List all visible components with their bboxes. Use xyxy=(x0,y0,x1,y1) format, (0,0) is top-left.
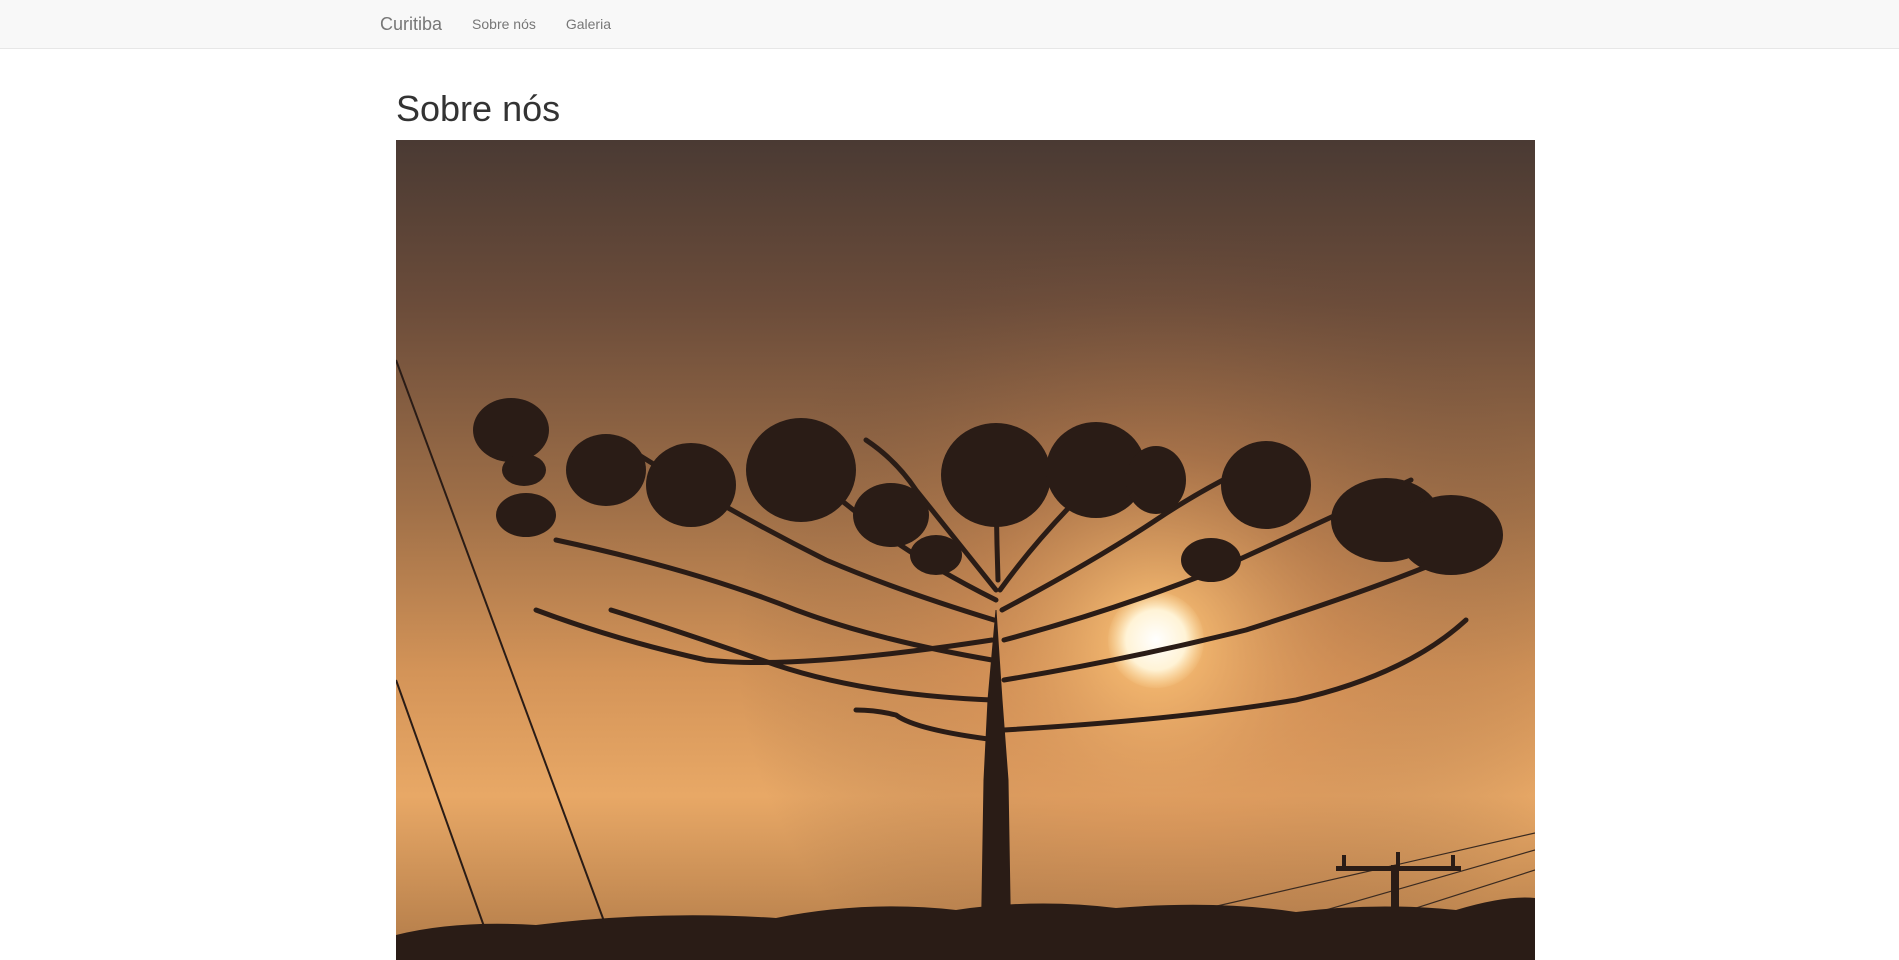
hero-photo xyxy=(396,140,1535,960)
nav-link-sobre-nos[interactable]: Sobre nós xyxy=(457,0,551,49)
main-content: Sobre nós xyxy=(396,49,1535,131)
top-navbar: Curitiba Sobre nós Galeria xyxy=(0,0,1899,49)
araucaria-sunset-image xyxy=(396,140,1535,960)
nav-link-galeria[interactable]: Galeria xyxy=(551,0,626,49)
page-title: Sobre nós xyxy=(396,49,1535,131)
navbar-container: Curitiba Sobre nós Galeria xyxy=(365,0,626,49)
navbar-brand[interactable]: Curitiba xyxy=(365,0,457,49)
